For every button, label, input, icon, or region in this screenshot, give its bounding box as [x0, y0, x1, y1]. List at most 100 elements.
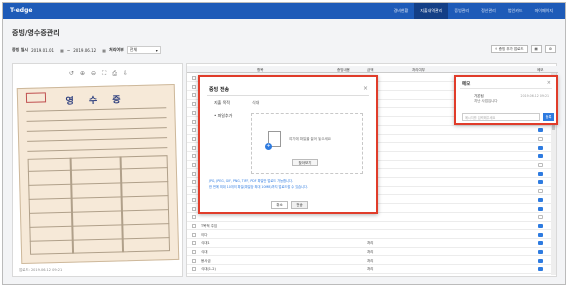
settings-button[interactable]: ⚙	[544, 45, 556, 53]
memo-chat-icon[interactable]	[538, 128, 543, 133]
row-checkbox[interactable]	[192, 180, 196, 185]
table-row[interactable]: 봉사금 처리	[187, 257, 552, 266]
row-checkbox[interactable]	[192, 93, 196, 98]
row-checkbox[interactable]	[192, 171, 196, 176]
row-checkbox[interactable]	[192, 241, 196, 246]
memo-chat-icon[interactable]	[538, 241, 543, 246]
memo-chat-icon[interactable]	[538, 145, 543, 150]
row-checkbox[interactable]	[192, 250, 196, 254]
memo-chat-icon[interactable]	[538, 267, 543, 272]
row-checkbox[interactable]	[192, 102, 196, 107]
memo-chat-icon[interactable]	[538, 206, 543, 211]
table-row[interactable]: 식대1 처리	[187, 239, 552, 248]
memo-chat-icon[interactable]	[538, 171, 543, 176]
row-checkbox[interactable]	[192, 136, 196, 141]
purpose-value[interactable]: 식대	[252, 100, 259, 106]
memo-chat-icon[interactable]	[538, 163, 543, 167]
upload-note-limits: 한 번에 최대 10개의 파일(파일당 최대 10MB)까지 업로드할 수 있습…	[209, 185, 308, 189]
upload-dialog: 증빙 전송 × 지출 목적 식대 • 파일추가 + 여기에 파일을 끌어 놓으세…	[198, 75, 378, 214]
fit-screen-icon[interactable]: ⛶	[102, 70, 106, 78]
memo-timestamp: 2019.06.12 09:21	[520, 94, 549, 98]
memo-chat-icon[interactable]	[538, 180, 543, 185]
upload-note-formats: JPG, JPEG, GIF, PNG, TIFF, PDF 파일만 업로드 가…	[209, 179, 293, 183]
browse-button[interactable]: 찾아보기	[292, 159, 318, 166]
nav-item-settlement[interactable]: 정산관리	[475, 3, 502, 19]
column-header[interactable]: 처리여부	[412, 68, 425, 73]
grid-view-button[interactable]: ▦	[530, 45, 542, 53]
row-item: T목적 주임	[201, 223, 218, 228]
date-from-input[interactable]: 2019.01.01	[31, 48, 57, 53]
nav-item-mypage[interactable]: 마이페이지	[529, 3, 559, 19]
page-title: 증빙/영수증관리	[12, 29, 60, 37]
nav-item-receipts[interactable]: 증빙관리	[448, 3, 475, 19]
row-checkbox[interactable]	[192, 215, 196, 220]
memo-chat-icon[interactable]	[538, 223, 543, 228]
nav-item-expense[interactable]: 지출내역관리	[414, 3, 449, 19]
row-checkbox[interactable]	[192, 163, 196, 167]
row-checkbox[interactable]	[192, 232, 196, 237]
row-checkbox[interactable]	[192, 267, 196, 272]
print-icon[interactable]: ⎙	[112, 70, 117, 78]
zoom-in-icon[interactable]: ⊕	[80, 70, 85, 78]
date-separator: ~	[66, 47, 71, 53]
memo-chat-icon[interactable]	[538, 136, 543, 141]
column-header[interactable]: 증빙내용	[337, 68, 350, 73]
status-value: 전체	[129, 47, 138, 52]
app-logo[interactable]: T-edge	[10, 7, 32, 14]
date-to-input[interactable]: 2019.06.12	[73, 48, 99, 53]
close-icon[interactable]: ×	[547, 80, 551, 86]
dialog-title: 증빙 전송	[209, 87, 230, 93]
status-select[interactable]: 전체 ▾	[126, 46, 161, 54]
calendar-icon[interactable]: ▦	[60, 48, 64, 53]
row-item: 식대(1-2)	[201, 267, 216, 272]
cancel-button[interactable]: 취소	[271, 201, 288, 209]
memo-chat-icon[interactable]	[538, 232, 543, 237]
memo-input[interactable]: 메시지를 입력해주세요	[462, 113, 540, 121]
column-header[interactable]: 메모	[537, 68, 543, 73]
row-item: 식대1	[201, 241, 210, 246]
row-checkbox[interactable]	[192, 154, 196, 159]
row-checkbox[interactable]	[192, 145, 196, 150]
close-icon[interactable]: ×	[363, 85, 368, 92]
row-checkbox[interactable]	[192, 189, 196, 194]
row-checkbox[interactable]	[192, 223, 196, 228]
memo-chat-icon[interactable]	[538, 197, 543, 202]
memo-chat-icon[interactable]	[538, 258, 543, 263]
row-checkbox[interactable]	[192, 258, 196, 263]
divider	[207, 95, 369, 96]
memo-chat-icon[interactable]	[538, 154, 543, 159]
row-checkbox[interactable]	[192, 128, 196, 133]
row-checkbox[interactable]	[192, 206, 196, 211]
file-dropzone[interactable]: + 여기에 파일을 끌어 놓으세요 찾아보기	[251, 113, 363, 174]
column-header[interactable]: 항목	[257, 68, 263, 73]
memo-submit-button[interactable]: 등록	[543, 113, 554, 121]
memo-chat-icon[interactable]	[538, 215, 543, 220]
table-row[interactable]	[187, 213, 552, 222]
row-checkbox[interactable]	[192, 110, 196, 115]
table-row[interactable]: T목적 주임	[187, 222, 552, 231]
nav-item-card[interactable]: 법인카드	[502, 3, 529, 19]
upload-button[interactable]: ⇪ 증빙 추가 업로드	[490, 45, 528, 53]
row-item: 봉사금	[201, 258, 211, 263]
download-icon[interactable]: ⇩	[123, 70, 128, 78]
viewer-toolbar: ↺ ⊕ ⊖ ⛶ ⎙ ⇩	[13, 70, 184, 78]
filter-bar: 증빙 일시 2019.01.01 ▦ ~ 2019.06.12 ▦ 처리여부 전…	[12, 45, 161, 55]
receipt-viewer: ↺ ⊕ ⊖ ⛶ ⎙ ⇩ 영 수 증 업로드: 2019.06.12 09:21	[12, 63, 183, 277]
row-checkbox[interactable]	[192, 119, 196, 124]
submit-button[interactable]: 전송	[291, 201, 308, 209]
zoom-out-icon[interactable]: ⊖	[91, 70, 96, 78]
row-checkbox[interactable]	[192, 76, 196, 80]
memo-popup: 메모 × 가온팀 지난 사업입니다 2019.06.12 09:21 메시지를 …	[454, 75, 558, 125]
calendar-icon[interactable]: ▦	[102, 48, 106, 53]
memo-chat-icon[interactable]	[538, 250, 543, 254]
table-row[interactable]: 식대 처리	[187, 248, 552, 257]
rotate-icon[interactable]: ↺	[69, 70, 74, 78]
table-row[interactable]: 식대(1-2) 처리	[187, 265, 552, 274]
nav-item-dashboard[interactable]: 경비현황	[388, 3, 415, 19]
receipt-line	[27, 147, 168, 152]
column-header[interactable]: 금액	[367, 68, 373, 73]
row-checkbox[interactable]	[192, 84, 196, 89]
row-checkbox[interactable]	[192, 197, 196, 202]
memo-chat-icon[interactable]	[538, 189, 543, 194]
table-row[interactable]: 이다	[187, 231, 552, 239]
